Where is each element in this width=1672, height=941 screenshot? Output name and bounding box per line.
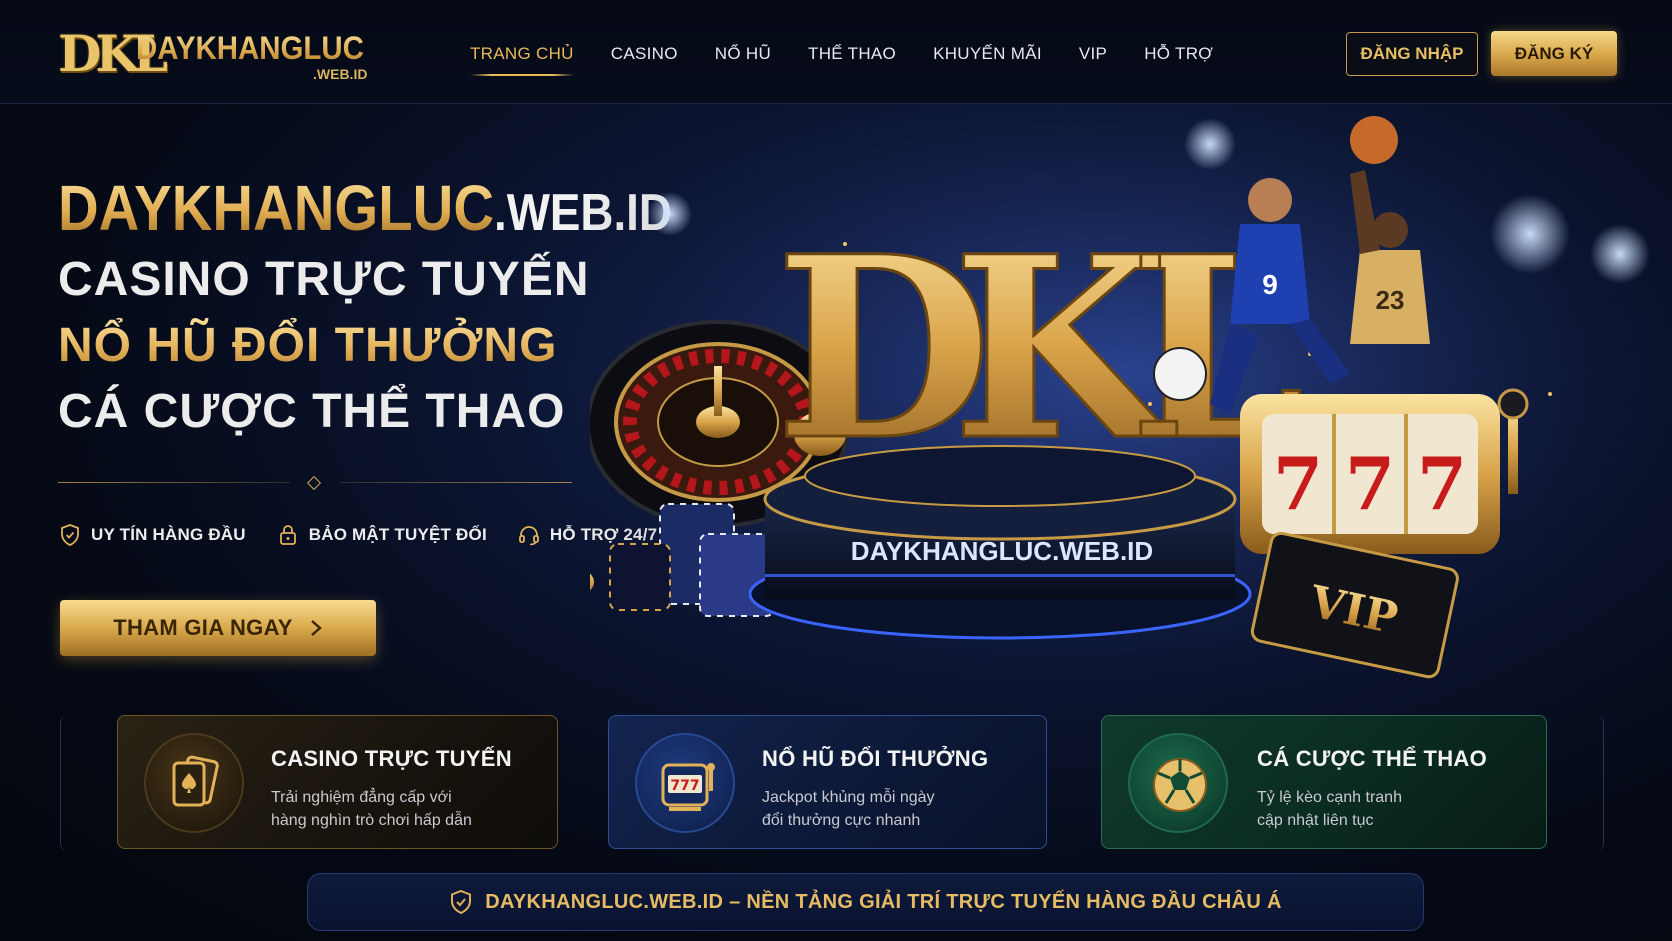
slot-machine-icon: 777 bbox=[661, 763, 715, 811]
shield-icon bbox=[61, 524, 79, 546]
card-slots-icon-wrap: 777 bbox=[635, 733, 735, 833]
hero-title: DAYKHANGLUC.WEB.ID bbox=[58, 172, 672, 249]
lock-icon bbox=[279, 525, 296, 545]
soccer-ball-icon bbox=[1153, 758, 1207, 812]
hero-artwork: DAYKHANGLUC.WEB.ID DKL 7 7 7 VIP 9 23 bbox=[590, 104, 1672, 704]
hero-line-sports: CÁ CƯỢC THỂ THAO bbox=[58, 385, 566, 438]
nav-item-casino[interactable]: CASINO bbox=[611, 40, 678, 76]
feature-trust-label: UY TÍN HÀNG ĐẦU bbox=[91, 525, 246, 544]
slot-machine: 7 7 7 bbox=[1240, 388, 1529, 554]
card-casino[interactable]: CASINO TRỰC TUYẾN Trải nghiệm đẳng cấp v… bbox=[117, 715, 558, 849]
hero-illustration: DAYKHANGLUC.WEB.ID DKL 7 7 7 VIP 9 23 bbox=[590, 104, 1672, 704]
logo-name: DAYKHANGLUC bbox=[136, 30, 364, 66]
card-slots-desc-line1: Jackpot khủng mỗi ngày bbox=[762, 789, 935, 806]
logo-suffix: .WEB.ID bbox=[313, 66, 368, 82]
feature-security: BẢO MẬT TUYỆT ĐỐI bbox=[276, 522, 487, 548]
hero-logo-mark: DKL bbox=[775, 201, 1300, 495]
chevron-right-icon bbox=[310, 620, 322, 636]
card-sports-desc-line1: Tỷ lệ kèo cạnh tranh bbox=[1257, 789, 1402, 806]
hero-divider bbox=[58, 475, 572, 491]
playing-cards-icon bbox=[172, 755, 219, 807]
card-sports-desc-line2: cập nhật liên tục bbox=[1257, 812, 1374, 829]
headset-icon bbox=[518, 526, 539, 546]
hero-line-slots: NỔ HŨ ĐỔI THƯỞNG bbox=[58, 316, 557, 376]
footer-banner-text: DAYKHANGLUC.WEB.ID – NỀN TẢNG GIẢI TRÍ T… bbox=[485, 890, 1282, 913]
main-nav: TRANG CHỦ CASINO NỔ HŨ THỂ THAO KHUYẾN M… bbox=[470, 40, 1250, 76]
card-slots-desc: Jackpot khủng mỗi ngày đổi thưởng cực nh… bbox=[762, 786, 935, 832]
logo-mark: DKL bbox=[58, 24, 168, 83]
card-casino-icon-wrap bbox=[144, 733, 244, 833]
pedestal-label: DAYKHANGLUC.WEB.ID bbox=[851, 536, 1153, 566]
card-casino-desc-line2: hàng nghìn trò chơi hấp dẫn bbox=[271, 812, 472, 829]
card-slots-title: NỔ HŨ ĐỔI THƯỞNG bbox=[762, 746, 989, 771]
nav-item-slots[interactable]: NỔ HŨ bbox=[715, 40, 771, 76]
card-sports-title: CÁ CƯỢC THỂ THAO bbox=[1257, 746, 1488, 771]
nav-item-support[interactable]: HỖ TRỢ bbox=[1144, 40, 1213, 76]
nav-item-sports[interactable]: THỂ THAO bbox=[808, 40, 896, 76]
card-casino-desc: Trải nghiệm đẳng cấp với hàng nghìn trò … bbox=[271, 786, 472, 832]
nav-item-vip[interactable]: VIP bbox=[1079, 40, 1107, 76]
svg-text:777: 777 bbox=[670, 778, 699, 794]
card-casino-desc-line1: Trải nghiệm đẳng cấp với bbox=[271, 789, 452, 806]
hero-title-brand: DAYKHANGLUC bbox=[58, 172, 494, 244]
jersey-number-9: 9 bbox=[1262, 269, 1278, 300]
hero-line-casino: CASINO TRỰC TUYẾN bbox=[58, 253, 590, 306]
site-logo[interactable]: DKL DAYKHANGLUC .WEB.ID bbox=[58, 24, 378, 84]
site-header: DKL DAYKHANGLUC .WEB.ID TRANG CHỦ CASINO… bbox=[0, 0, 1672, 104]
card-slots[interactable]: 777 NỔ HŨ ĐỔI THƯỞNG Jackpot khủng mỗi n… bbox=[608, 715, 1047, 849]
slot-reel-2: 7 bbox=[1345, 441, 1395, 526]
footer-banner: DAYKHANGLUC.WEB.ID – NỀN TẢNG GIẢI TRÍ T… bbox=[307, 873, 1424, 931]
jersey-number-23: 23 bbox=[1376, 285, 1405, 315]
login-button[interactable]: ĐĂNG NHẬP bbox=[1346, 32, 1478, 76]
card-sports-desc: Tỷ lệ kèo cạnh tranh cập nhật liên tục bbox=[1257, 786, 1402, 832]
feature-trust: UY TÍN HÀNG ĐẦU bbox=[58, 522, 246, 548]
shield-icon bbox=[451, 889, 472, 915]
card-sports-icon-wrap bbox=[1128, 733, 1228, 833]
card-slots-desc-line2: đổi thưởng cực nhanh bbox=[762, 812, 921, 829]
card-casino-title: CASINO TRỰC TUYẾN bbox=[271, 746, 512, 771]
slot-reel-1: 7 bbox=[1273, 441, 1323, 526]
card-sports[interactable]: CÁ CƯỢC THỂ THAO Tỷ lệ kèo cạnh tranh cậ… bbox=[1101, 715, 1547, 849]
nav-item-promotions[interactable]: KHUYẾN MÃI bbox=[933, 40, 1042, 76]
join-now-button[interactable]: THAM GIA NGAY bbox=[60, 600, 376, 656]
slot-reel-3: 7 bbox=[1417, 441, 1467, 526]
feature-security-label: BẢO MẬT TUYỆT ĐỐI bbox=[308, 525, 487, 544]
register-button[interactable]: ĐĂNG KÝ bbox=[1491, 31, 1617, 76]
nav-item-home[interactable]: TRANG CHỦ bbox=[470, 40, 574, 76]
join-now-label: THAM GIA NGAY bbox=[113, 615, 293, 640]
